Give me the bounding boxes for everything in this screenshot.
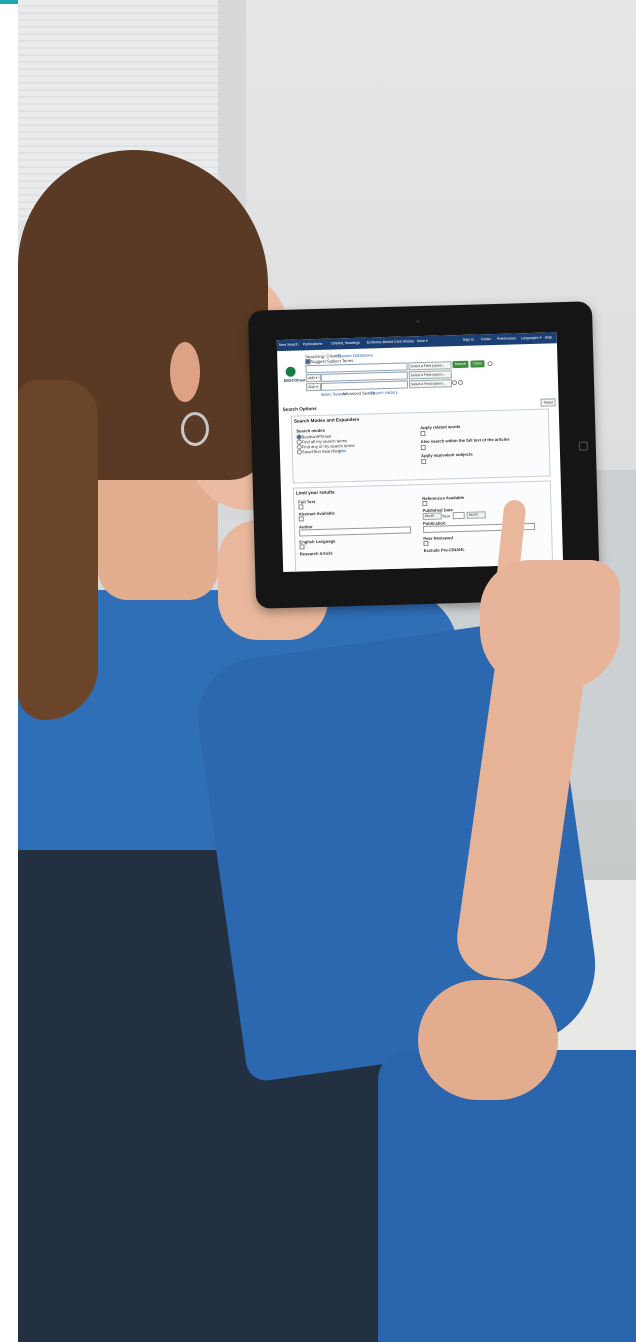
full-text-within-label: Also search within the full text of the …: [420, 436, 510, 445]
nav-cinahl-headings[interactable]: CINAHL Headings: [331, 341, 360, 346]
nav-sign-in[interactable]: Sign In: [463, 338, 474, 342]
field-select-2[interactable]: Select a Field (option...: [408, 370, 452, 380]
bool-select-3[interactable]: AND ▾: [305, 382, 322, 392]
right-hand-palm: [480, 560, 620, 690]
home-button[interactable]: [578, 441, 588, 451]
nav-new-search[interactable]: New Search: [279, 342, 299, 347]
mode-smarttext-label: SmartText Searching: [301, 447, 341, 454]
limit-exclude-pre-label: Exclude Pre-CINAHL: [423, 546, 465, 554]
help-icon[interactable]: [487, 361, 493, 367]
search-history-link[interactable]: Search History: [370, 390, 398, 396]
limit-author-input[interactable]: [299, 526, 412, 537]
camera-icon: [416, 320, 420, 324]
nav-more[interactable]: More ▾: [417, 339, 428, 343]
nav-help[interactable]: Help: [545, 335, 553, 339]
clear-button[interactable]: Clear: [470, 359, 485, 368]
limit-research-label: Research Article: [299, 550, 333, 557]
elbow: [418, 980, 558, 1100]
search-button[interactable]: Search: [452, 360, 469, 368]
add-row-icon[interactable]: [451, 380, 458, 386]
ebsco-logo-icon: [285, 366, 296, 377]
remove-row-icon[interactable]: [457, 379, 464, 386]
published-month-select[interactable]: Month: [422, 512, 442, 521]
field-select-3[interactable]: Select a Field (option...: [408, 379, 453, 389]
ebsco-logo-text: EBSCOhost: [283, 378, 306, 383]
published-year-input[interactable]: [452, 511, 465, 520]
modes-title: Search Modes and Expanders: [293, 416, 360, 424]
nav-languages[interactable]: Languages ▾: [521, 336, 542, 341]
published-month-select-2[interactable]: Month: [466, 511, 486, 519]
limit-full-text-checkbox[interactable]: [298, 504, 304, 510]
ponytail: [18, 380, 98, 720]
equiv-subjects-label: Apply equivalent subjects: [420, 451, 473, 459]
published-year-label: Year: [441, 512, 451, 519]
ear: [170, 342, 200, 402]
equiv-subjects-checkbox[interactable]: [421, 458, 427, 465]
full-text-within-checkbox[interactable]: [420, 444, 426, 451]
limit-abstract-checkbox[interactable]: [298, 516, 304, 522]
search-modes-panel: Search Modes and Expanders Search modes …: [290, 408, 551, 484]
nav-folder[interactable]: Folder: [481, 337, 491, 341]
hoop-earring-icon: [181, 412, 209, 446]
limit-abstract-label: Abstract Available: [298, 510, 335, 517]
limit-english-label: English Language: [299, 538, 336, 545]
nav-publications[interactable]: Publications: [303, 342, 322, 347]
limit-references-label: References Available: [422, 494, 465, 502]
smarttext-hint-link[interactable]: Hint: [339, 448, 347, 453]
related-words-label: Apply related words: [420, 423, 461, 431]
nav-preferences[interactable]: Preferences: [497, 336, 516, 341]
limit-title: Limit your results: [295, 489, 335, 496]
reset-button[interactable]: Reset: [540, 398, 556, 407]
limit-references-checkbox[interactable]: [422, 500, 428, 507]
field-select-1[interactable]: Select a Field (option...: [408, 361, 452, 371]
bool-select-2[interactable]: AND ▾: [305, 373, 321, 383]
search-options-title: Search Options: [282, 405, 317, 412]
related-words-checkbox[interactable]: [420, 430, 426, 437]
nav-evidence-care-sheets[interactable]: Evidence-Based Care Sheets: [367, 339, 414, 344]
limit-english-checkbox[interactable]: [299, 544, 305, 550]
limit-peer-reviewed-checkbox[interactable]: [423, 540, 429, 547]
ebsco-top-nav: New Search Publications CINAHL Headings …: [276, 332, 557, 352]
